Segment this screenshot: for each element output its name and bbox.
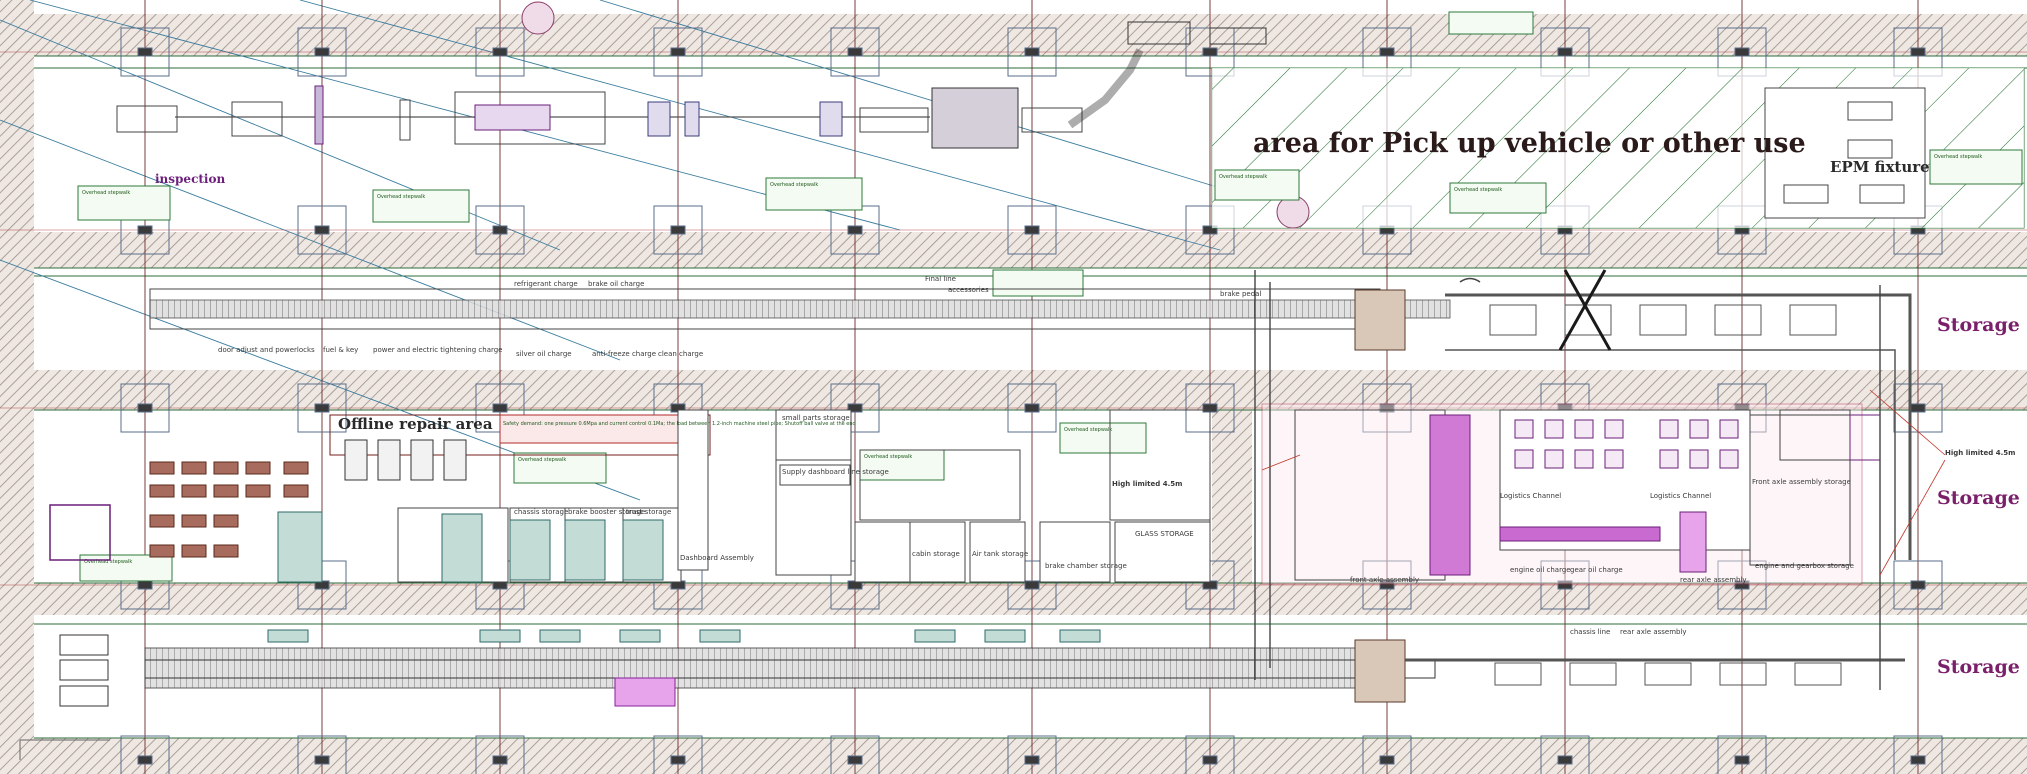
column-marker-core — [1910, 755, 1926, 765]
column-marker-core — [1734, 755, 1750, 765]
storage-label-1: Storage — [1937, 314, 2020, 336]
svg-text:Logistics Channel: Logistics Channel — [1500, 492, 1561, 500]
high-limit-label-1: High limited 4.5m — [1112, 480, 1182, 488]
svg-text:engine oil charge: engine oil charge — [1510, 566, 1571, 574]
axle-assembly-zone — [1261, 403, 1881, 585]
svg-text:Dashboard Assembly: Dashboard Assembly — [680, 554, 754, 562]
svg-text:Logistics Channel: Logistics Channel — [1650, 492, 1711, 500]
svg-text:gear oil charge: gear oil charge — [1570, 566, 1623, 574]
column-marker-core — [137, 755, 153, 765]
legend-note-4: Overhead stepwalk — [1219, 174, 1267, 180]
column-marker-core — [314, 47, 330, 57]
column-marker-core — [137, 47, 153, 57]
svg-text:small parts storage: small parts storage — [782, 414, 850, 422]
svg-text:GLASS STORAGE: GLASS STORAGE — [1135, 530, 1194, 538]
legend-note-5: Overhead stepwalk — [1454, 187, 1502, 193]
svg-text:clean charge: clean charge — [658, 350, 703, 358]
legend-note-3: Overhead stepwalk — [770, 182, 818, 188]
svg-text:Front axle assembly storage: Front axle assembly storage — [1752, 478, 1851, 486]
legend-note-6: Overhead stepwalk — [1934, 154, 1982, 160]
column-marker-core — [314, 755, 330, 765]
column-marker-core — [670, 47, 686, 57]
legend-note-9: Overhead stepwalk — [1064, 427, 1112, 433]
column-marker-core — [1910, 47, 1926, 57]
svg-text:Final line: Final line — [925, 275, 956, 283]
pickup-area-label: area for Pick up vehicle or other use — [1253, 128, 1806, 159]
inspection-label: inspection — [155, 172, 225, 186]
svg-text:trust storage: trust storage — [626, 508, 671, 516]
svg-text:silver oil charge: silver oil charge — [516, 350, 572, 358]
column-marker-core — [1910, 403, 1926, 413]
svg-text:fuel & key: fuel & key — [323, 346, 358, 354]
column-marker-core — [492, 225, 508, 235]
column-marker-core — [847, 225, 863, 235]
svg-text:anti-freeze charge: anti-freeze charge — [592, 350, 656, 358]
column-marker-core — [1379, 755, 1395, 765]
legend-note-1: Overhead stepwalk — [82, 190, 130, 196]
svg-text:cabin storage: cabin storage — [912, 550, 960, 558]
factory-layout-drawing: area for Pick up vehicle or other use EP… — [0, 0, 2027, 774]
column-marker-core — [137, 580, 153, 590]
svg-text:rear axle assembly: rear axle assembly — [1680, 576, 1747, 584]
offline-repair-label: Offline repair area — [338, 415, 493, 433]
column-marker-core — [670, 225, 686, 235]
column-marker-core — [1202, 755, 1218, 765]
column-marker-core — [1024, 225, 1040, 235]
svg-text:door adjust and powerlocks: door adjust and powerlocks — [218, 346, 315, 354]
column-marker-core — [1024, 47, 1040, 57]
svg-text:chassis line: chassis line — [1570, 628, 1610, 636]
column-marker-core — [1557, 47, 1573, 57]
svg-text:brake chamber storage: brake chamber storage — [1045, 562, 1127, 570]
column-marker-core — [1024, 580, 1040, 590]
epm-fixture-label: EPM fixture — [1830, 158, 1930, 176]
column-marker-core — [1910, 580, 1926, 590]
high-limit-label-2: High limited 4.5m — [1945, 449, 2015, 457]
column-marker-core — [492, 755, 508, 765]
column-marker-core — [1379, 47, 1395, 57]
column-marker-core — [314, 225, 330, 235]
column-marker-core — [847, 755, 863, 765]
column-marker-core — [314, 403, 330, 413]
svg-text:brake oil charge: brake oil charge — [588, 280, 644, 288]
left-wall — [0, 0, 34, 774]
legend-note-7: Overhead stepwalk — [518, 457, 566, 463]
column-marker-core — [137, 225, 153, 235]
storage-label-3: Storage — [1937, 656, 2020, 678]
legend-note-2: Overhead stepwalk — [377, 194, 425, 200]
column-marker-core — [137, 403, 153, 413]
svg-text:chassis storage: chassis storage — [514, 508, 568, 516]
svg-text:Supply dashboard line storage: Supply dashboard line storage — [782, 468, 889, 476]
svg-text:power and electric tightening: power and electric tightening charge — [373, 346, 503, 354]
svg-text:front axle assembly: front axle assembly — [1350, 576, 1419, 584]
column-marker-core — [492, 47, 508, 57]
svg-text:Air tank storage: Air tank storage — [972, 550, 1028, 558]
column-marker-core — [1024, 755, 1040, 765]
column-marker-core — [1557, 755, 1573, 765]
svg-text:rear axle assembly: rear axle assembly — [1620, 628, 1687, 636]
column-marker-core — [1202, 47, 1218, 57]
svg-text:engine and gearbox storage: engine and gearbox storage — [1755, 562, 1854, 570]
column-marker-core — [847, 47, 863, 57]
column-marker-core — [1734, 47, 1750, 57]
column-marker-core — [670, 755, 686, 765]
legend-note-8: Overhead stepwalk — [864, 454, 912, 460]
column-marker-core — [1024, 403, 1040, 413]
storage-label-2: Storage — [1937, 487, 2020, 509]
column-marker-core — [492, 403, 508, 413]
svg-text:refrigerant charge: refrigerant charge — [514, 280, 578, 288]
row3-chassis-line — [59, 629, 1905, 707]
svg-text:accessories: accessories — [948, 286, 989, 294]
